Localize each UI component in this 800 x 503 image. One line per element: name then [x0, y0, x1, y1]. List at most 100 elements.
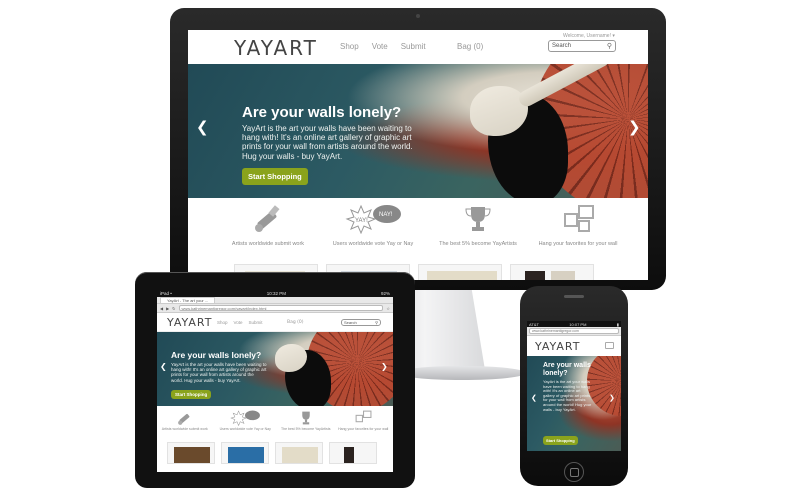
tablet-status-battery: 92%: [380, 291, 390, 296]
search-icon[interactable]: ⚲: [375, 320, 378, 325]
feature-label: Users worldwide vote Yay or Nay: [332, 241, 414, 247]
star-icon[interactable]: ☆: [386, 306, 390, 311]
hero-text: YayArt is the art your walls have been w…: [171, 362, 267, 383]
search-placeholder: Search: [552, 43, 572, 49]
feature-label: The best 5% become YayArtists: [281, 427, 331, 431]
desktop-screen: YAYART Shop Vote Submit Bag (0) Welcome,…: [188, 30, 648, 280]
feature-label: Users worldwide vote Yay or Nay: [219, 427, 271, 431]
tablet-device: iPad • 10:32 PM 92% YayArt - The art you…: [135, 272, 415, 488]
tablet-status-time: 10:32 PM: [266, 291, 287, 296]
url-field[interactable]: www.kathrinemantigregor.com: [529, 328, 619, 334]
feature-strip: Artists worldwide submit work YAY! NAY! …: [218, 204, 628, 252]
trophy-icon: [465, 207, 491, 231]
artwork-thumb[interactable]: [167, 442, 215, 464]
chevron-right-icon[interactable]: ❯: [381, 362, 388, 371]
browser-tab[interactable]: YayArt - The art your ...: [160, 297, 216, 303]
reload-icon[interactable]: ↻: [172, 306, 175, 311]
phone-address-bar: www.kathrinemantigregor.com: [527, 327, 621, 336]
artwork-thumb[interactable]: [418, 264, 502, 280]
back-icon[interactable]: ◀: [160, 306, 163, 311]
nav-vote[interactable]: Vote: [372, 42, 388, 51]
chevron-right-icon[interactable]: ❯: [609, 394, 615, 402]
carrier-label: AT&T: [529, 321, 539, 327]
feature-vote: YAY! NAY! Users worldwide vote Yay or Na…: [323, 204, 423, 252]
hero-title: Are your walls lonely?: [242, 104, 402, 121]
logo[interactable]: YAYART: [167, 316, 213, 329]
main-nav: Shop Vote Submit: [340, 42, 426, 51]
tablet-status-bar: iPad • 10:32 PM 92%: [157, 290, 393, 297]
logo[interactable]: YAYART: [535, 340, 581, 353]
artwork-thumb[interactable]: [329, 442, 377, 464]
logo[interactable]: YAYART: [234, 36, 318, 60]
feature-label: Hang your favorites for your wall: [538, 241, 618, 247]
nav-vote[interactable]: Vote: [234, 320, 243, 325]
feature-strip: Artists worldwide submit work Users worl…: [157, 406, 393, 442]
bag-link[interactable]: Bag (0): [287, 320, 304, 325]
search-input[interactable]: Search ⚲: [341, 319, 381, 326]
forward-icon[interactable]: ▶: [166, 306, 169, 311]
hero-text: YayArt is the art your walls have been w…: [543, 379, 592, 412]
feature-hang: Hang your favorites for your wall: [533, 204, 623, 252]
feature-label: Artists worldwide submit work: [231, 241, 305, 247]
hero-banner: Are your walls lonely? YayArt is the art…: [188, 64, 648, 198]
feature-best: The best 5% become YayArtists: [433, 204, 523, 252]
chevron-left-icon[interactable]: ❮: [160, 362, 167, 371]
tablet-address-bar: ◀ ▶ ↻ www.kathrinemantigregor.com/yayart…: [157, 304, 393, 313]
paintbrush-icon: [255, 205, 280, 232]
trophy-icon: [302, 411, 310, 425]
feature-submit: Artists worldwide submit work: [159, 410, 211, 442]
artwork-thumb[interactable]: [510, 264, 594, 280]
hero-banner: Are your walls lonely? YayArt is the art…: [527, 356, 621, 451]
feature-label: The best 5% become YayArtists: [439, 241, 517, 247]
yay-nay-burst-icon: YAY! NAY!: [345, 204, 401, 235]
phone-screen: AT&T 10:07 PM ▮ www.kathrinemantigregor.…: [527, 321, 621, 451]
home-button[interactable]: [564, 462, 584, 482]
hero-banner: Are your walls lonely? YayArt is the art…: [157, 332, 393, 406]
search-placeholder: Search: [344, 320, 357, 325]
feature-vote: Users worldwide vote Yay or Nay: [214, 410, 276, 442]
nay-text: NAY!: [379, 212, 393, 218]
tablet-screen: iPad • 10:32 PM 92% YayArt - The art you…: [157, 290, 393, 472]
url-field[interactable]: www.kathrinemantigregor.com/yayart/index…: [178, 305, 384, 311]
search-input[interactable]: Search ⚲: [548, 40, 616, 52]
hero-text: YayArt is the art your walls have been w…: [242, 124, 413, 161]
monitor-stand-base: [398, 366, 526, 380]
hero-title: Are your walls lonely?: [543, 362, 591, 377]
tablet-site-header: YAYART Shop Vote Submit Bag (0) Search ⚲: [157, 313, 393, 332]
site-header: YAYART Shop Vote Submit Bag (0) Welcome,…: [188, 30, 648, 64]
nav-submit[interactable]: Submit: [401, 42, 426, 51]
start-shopping-button[interactable]: Start Shopping: [242, 168, 308, 185]
phone-device: AT&T 10:07 PM ▮ www.kathrinemantigregor.…: [520, 286, 628, 486]
bag-link[interactable]: Bag (0): [457, 42, 483, 51]
nav-shop[interactable]: Shop: [217, 320, 228, 325]
main-nav: Shop Vote Submit: [217, 320, 263, 325]
nav-submit[interactable]: Submit: [249, 320, 263, 325]
desktop-monitor: YAYART Shop Vote Submit Bag (0) Welcome,…: [170, 8, 666, 290]
battery-icon: ▮: [616, 321, 619, 327]
phone-time: 10:07 PM: [569, 321, 587, 327]
paintbrush-icon: [177, 413, 190, 425]
start-shopping-button[interactable]: Start Shopping: [543, 436, 578, 445]
hero-title: Are your walls lonely?: [171, 350, 262, 360]
feature-label: Artists worldwide submit work: [161, 427, 208, 431]
welcome-menu[interactable]: Welcome, Username! ▾: [563, 33, 615, 39]
feature-submit: Artists worldwide submit work: [223, 204, 313, 252]
artwork-thumb[interactable]: [275, 442, 323, 464]
artwork-thumb[interactable]: [221, 442, 269, 464]
feature-best: The best 5% become YayArtists: [280, 410, 332, 442]
artwork-grid: [157, 442, 393, 464]
frames-icon: [355, 410, 372, 423]
nav-shop[interactable]: Shop: [340, 42, 359, 51]
tablet-status-left: iPad •: [160, 291, 172, 296]
feature-hang: Hang your favorites for your wall: [335, 410, 391, 442]
chevron-right-icon[interactable]: ❯: [628, 118, 641, 136]
phone-site-header: YAYART: [527, 336, 621, 356]
yay-text: YAY!: [355, 218, 368, 224]
chevron-left-icon[interactable]: ❮: [196, 118, 209, 136]
search-icon[interactable]: ⚲: [607, 42, 612, 50]
chevron-left-icon[interactable]: ❮: [531, 394, 537, 402]
frames-icon: [564, 205, 594, 232]
webcam: [416, 14, 420, 18]
start-shopping-button[interactable]: Start Shopping: [171, 390, 212, 399]
menu-icon[interactable]: [605, 342, 614, 349]
